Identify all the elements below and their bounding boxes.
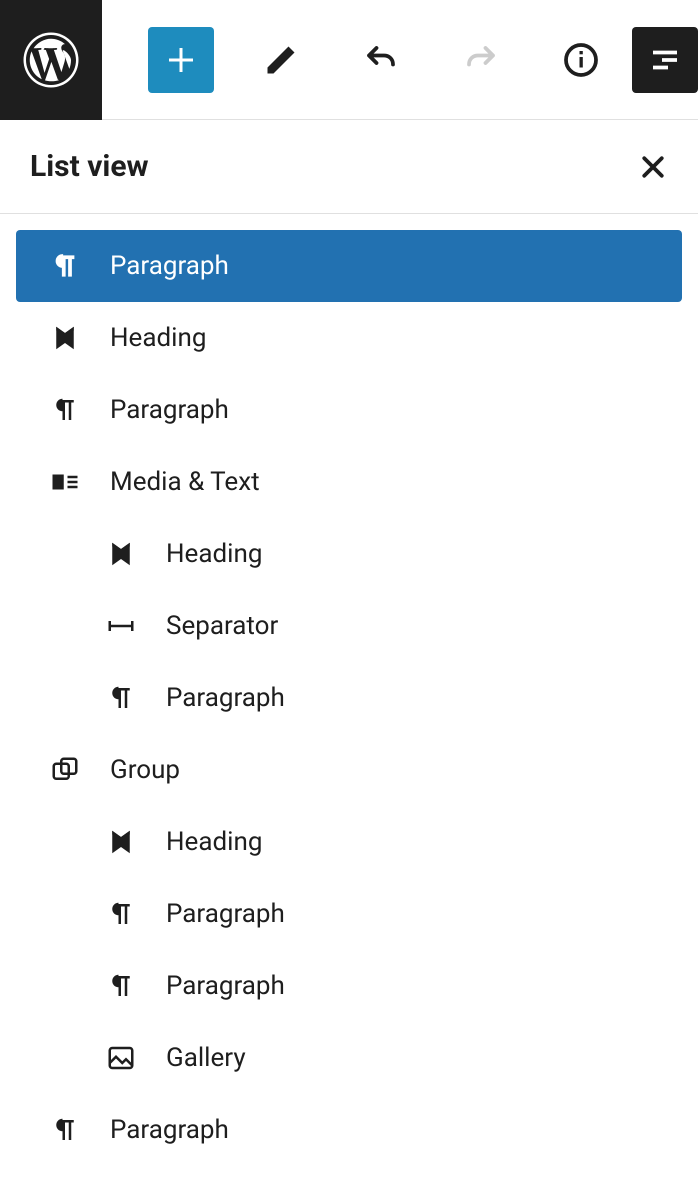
plus-icon	[163, 42, 199, 78]
toolbar-buttons	[102, 27, 698, 93]
list-view-button[interactable]	[632, 27, 698, 93]
details-button[interactable]	[548, 27, 614, 93]
block-item-separator[interactable]: Separator	[16, 590, 682, 662]
redo-button[interactable]	[448, 27, 514, 93]
list-view-icon	[647, 42, 683, 78]
undo-icon	[363, 42, 399, 78]
block-item-gallery[interactable]: Gallery	[16, 1022, 682, 1094]
paragraph-icon	[96, 971, 146, 1001]
block-item-paragraph[interactable]: Paragraph	[16, 662, 682, 734]
panel-title: List view	[30, 149, 149, 184]
block-item-paragraph[interactable]: Paragraph	[16, 1094, 682, 1166]
block-item-group[interactable]: Group	[16, 734, 682, 806]
block-list: Paragraph Heading Paragraph Media & Text Hea…	[0, 214, 698, 1166]
block-item-label: Heading	[166, 827, 262, 857]
block-item-label: Paragraph	[166, 683, 285, 713]
heading-icon	[96, 539, 146, 569]
block-item-label: Paragraph	[110, 395, 229, 425]
block-item-paragraph[interactable]: Paragraph	[16, 374, 682, 446]
media-text-icon	[40, 467, 90, 497]
add-block-button[interactable]	[148, 27, 214, 93]
undo-button[interactable]	[348, 27, 414, 93]
block-item-paragraph[interactable]: Paragraph	[16, 878, 682, 950]
block-item-paragraph[interactable]: Paragraph	[16, 230, 682, 302]
paragraph-icon	[40, 395, 90, 425]
redo-icon	[463, 42, 499, 78]
close-panel-button[interactable]	[638, 152, 668, 182]
wordpress-home-button[interactable]	[0, 0, 102, 120]
paragraph-icon	[96, 899, 146, 929]
group-icon	[40, 755, 90, 785]
block-item-heading[interactable]: Heading	[16, 806, 682, 878]
paragraph-icon	[40, 1115, 90, 1145]
block-item-label: Group	[110, 755, 180, 785]
pencil-icon	[263, 42, 299, 78]
block-item-label: Paragraph	[110, 1115, 229, 1145]
close-icon	[638, 152, 668, 182]
paragraph-icon	[40, 251, 90, 281]
block-item-label: Heading	[166, 539, 262, 569]
block-item-label: Heading	[110, 323, 206, 353]
block-item-heading[interactable]: Heading	[16, 518, 682, 590]
block-item-label: Paragraph	[110, 251, 229, 281]
block-item-heading[interactable]: Heading	[16, 302, 682, 374]
toolbar	[0, 0, 698, 120]
panel-header: List view	[0, 120, 698, 214]
block-item-label: Media & Text	[110, 467, 260, 497]
block-item-media-text[interactable]: Media & Text	[16, 446, 682, 518]
block-item-label: Paragraph	[166, 971, 285, 1001]
block-item-label: Paragraph	[166, 899, 285, 929]
separator-icon	[96, 611, 146, 641]
paragraph-icon	[96, 683, 146, 713]
wordpress-icon	[21, 30, 81, 90]
heading-icon	[96, 827, 146, 857]
gallery-icon	[96, 1043, 146, 1073]
heading-icon	[40, 323, 90, 353]
block-item-label: Gallery	[166, 1043, 246, 1073]
info-icon	[563, 42, 599, 78]
edit-mode-button[interactable]	[248, 27, 314, 93]
block-item-paragraph[interactable]: Paragraph	[16, 950, 682, 1022]
block-item-label: Separator	[166, 611, 278, 641]
